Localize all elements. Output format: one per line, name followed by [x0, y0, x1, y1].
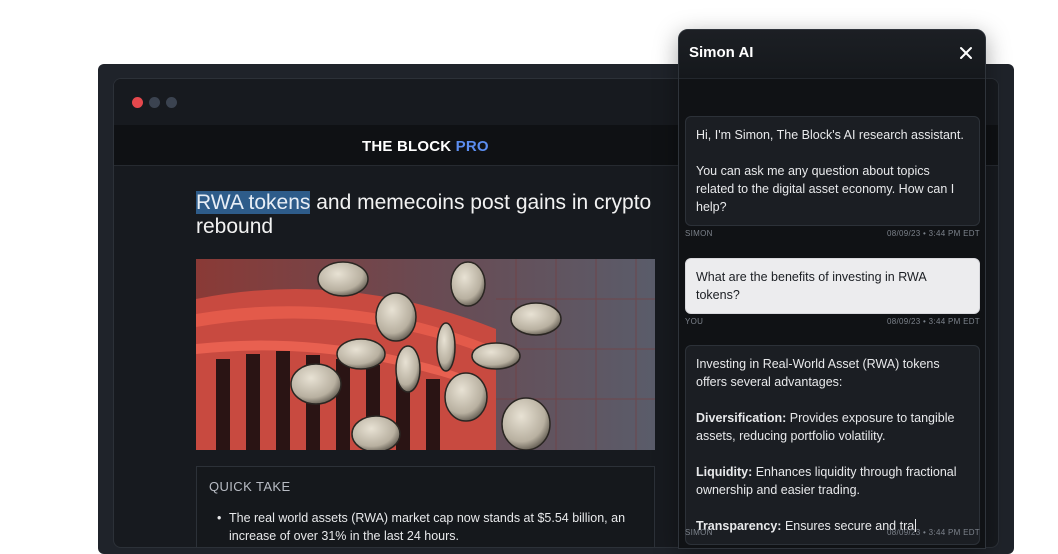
logo-pro: PRO — [455, 138, 489, 155]
benefit-item: Liquidity: Enhances liquidity through fr… — [696, 463, 969, 499]
panel-header: Simon AI — [679, 30, 985, 79]
message-sender: YOU — [685, 317, 704, 326]
hero-image — [196, 259, 655, 450]
panel-title: Simon AI — [689, 44, 754, 61]
headline-highlight: RWA tokens — [196, 191, 311, 214]
close-panel-button[interactable] — [957, 44, 975, 62]
message-text: What are the benefits of investing in RW… — [696, 270, 926, 302]
site-logo[interactable]: THE BLOCK PRO — [362, 138, 489, 155]
message-text: Investing in Real-World Asset (RWA) toke… — [696, 357, 940, 389]
quick-take-box: QUICK TAKE The real world assets (RWA) m… — [196, 466, 655, 547]
quick-take-title: QUICK TAKE — [209, 479, 291, 494]
message-sender: SIMON — [685, 528, 713, 537]
ai-message: Hi, I'm Simon, The Block's AI research a… — [685, 116, 980, 226]
message-timestamp: 08/09/23 • 3:44 PM EDT — [886, 229, 980, 238]
maximize-window-dot[interactable] — [166, 97, 177, 108]
article-headline: RWA tokens and memecoins post gains in c… — [196, 191, 656, 239]
benefit-label: Diversification: — [696, 411, 787, 425]
benefit-label: Liquidity: — [696, 465, 753, 479]
message-sender: SIMON — [685, 229, 713, 238]
ai-message: Investing in Real-World Asset (RWA) toke… — [685, 345, 980, 545]
message-text: Hi, I'm Simon, The Block's AI research a… — [696, 128, 964, 142]
logo-main: THE BLOCK — [362, 138, 452, 155]
benefit-item: Diversification: Provides exposure to ta… — [696, 409, 969, 445]
minimize-window-dot[interactable] — [149, 97, 160, 108]
close-icon — [960, 47, 972, 59]
user-message: What are the benefits of investing in RW… — [685, 258, 980, 314]
message-text: You can ask me any question about topics… — [696, 164, 955, 214]
article-header: RWA tokens and memecoins post gains in c… — [196, 191, 656, 239]
message-timestamp: 08/09/23 • 3:44 PM EDT — [886, 528, 980, 537]
hero-illustration — [196, 259, 655, 450]
message-timestamp: 08/09/23 • 3:44 PM EDT — [886, 317, 980, 326]
close-window-dot[interactable] — [132, 97, 143, 108]
simon-ai-panel: Simon AI Hi, I'm Simon, The Block's AI r… — [678, 29, 986, 549]
